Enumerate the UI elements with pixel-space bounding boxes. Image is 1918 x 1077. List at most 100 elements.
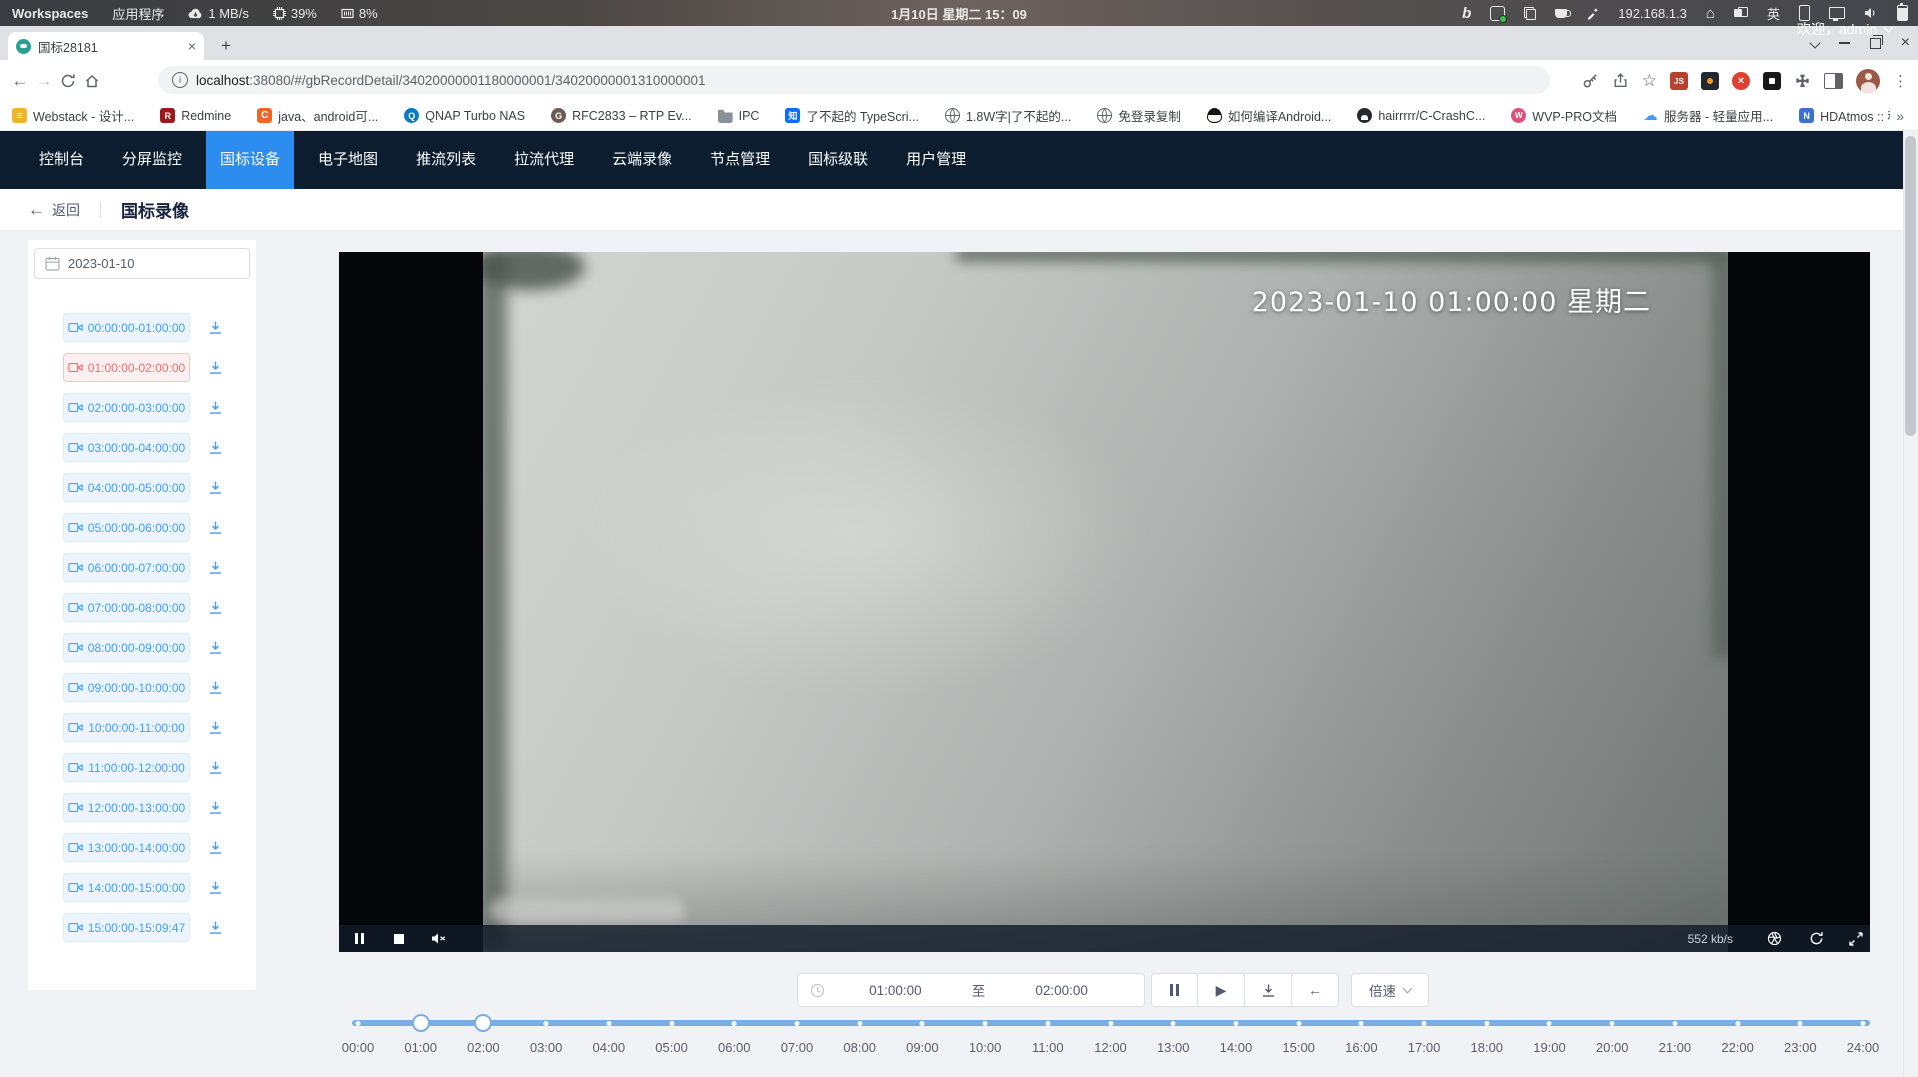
date-picker-input[interactable]: 2023-01-10 <box>34 248 250 279</box>
segment-button[interactable]: 06:00:00-07:00:00 <box>63 553 190 582</box>
segment-button[interactable]: 14:00:00-15:00:00 <box>63 873 190 902</box>
app-window-tray-icon[interactable] <box>1490 6 1505 21</box>
video-refresh-icon[interactable] <box>1804 925 1828 952</box>
segment-download-button[interactable] <box>203 356 227 380</box>
scrollbar-thumb[interactable] <box>1905 136 1916 436</box>
video-player[interactable]: 2023-01-10 01:00:00 星期二 552 kb/s <box>339 252 1870 952</box>
bookmark-item[interactable]: java、android可... <box>257 106 378 125</box>
home-tray-icon[interactable]: ⌂ <box>1706 5 1715 22</box>
pause-button[interactable] <box>1151 973 1198 1007</box>
segment-button[interactable]: 10:00:00-11:00:00 <box>63 713 190 742</box>
battery-tray-icon[interactable] <box>1897 5 1908 21</box>
range-end-time[interactable]: 02:00:00 <box>991 983 1132 998</box>
segment-button[interactable]: 03:00:00-04:00:00 <box>63 433 190 462</box>
segment-download-button[interactable] <box>203 796 227 820</box>
nav-item[interactable]: 推流列表 <box>402 131 490 189</box>
passwords-key-icon[interactable] <box>1582 72 1599 89</box>
clipboard-tray-icon[interactable] <box>1524 7 1536 20</box>
segment-download-button[interactable] <box>203 436 227 460</box>
timeline-handle[interactable] <box>474 1014 492 1032</box>
side-panel-icon[interactable] <box>1824 73 1843 89</box>
bookmark-item[interactable]: IPC <box>718 108 760 123</box>
segment-download-button[interactable] <box>203 716 227 740</box>
segment-download-button[interactable] <box>203 836 227 860</box>
user-menu[interactable]: 欢迎，admin <box>1797 0 1892 58</box>
download-button[interactable] <box>1245 973 1292 1007</box>
segment-download-button[interactable] <box>203 476 227 500</box>
bookmark-item[interactable]: 免登录复制 <box>1097 106 1181 125</box>
nav-item[interactable]: 拉流代理 <box>500 131 588 189</box>
snapshot-aperture-icon[interactable] <box>1762 925 1786 952</box>
address-bar[interactable]: i localhost:38080/#/gbRecordDetail/34020… <box>158 66 1550 94</box>
caffeine-tray-icon[interactable] <box>1555 9 1567 18</box>
back-button[interactable]: ← <box>8 69 32 93</box>
browser-menu-kebab-icon[interactable]: ⋮ <box>1893 72 1908 90</box>
nav-item[interactable]: 控制台 <box>25 131 98 189</box>
nav-item[interactable]: 节点管理 <box>696 131 784 189</box>
nav-item[interactable]: 云端录像 <box>598 131 686 189</box>
nav-item[interactable]: 分屏监控 <box>108 131 196 189</box>
segment-button[interactable]: 05:00:00-06:00:00 <box>63 513 190 542</box>
bookmark-item[interactable]: RFC2833 – RTP Ev... <box>551 108 692 123</box>
segment-download-button[interactable] <box>203 916 227 940</box>
profile-avatar[interactable] <box>1856 69 1880 93</box>
browser-tab[interactable]: 国标28181 × <box>8 32 204 60</box>
back-arrow-icon[interactable]: ← <box>28 201 45 218</box>
browser-home-button[interactable] <box>80 69 104 93</box>
segment-download-button[interactable] <box>203 636 227 660</box>
bookmarks-overflow-icon[interactable]: » <box>1896 108 1904 124</box>
segment-download-button[interactable] <box>203 556 227 580</box>
video-stop-icon[interactable] <box>387 925 411 952</box>
segment-button[interactable]: 09:00:00-10:00:00 <box>63 673 190 702</box>
workspaces-button[interactable]: Workspaces <box>12 6 88 21</box>
range-start-time[interactable]: 01:00:00 <box>825 983 966 998</box>
close-window-icon[interactable]: × <box>1901 35 1910 51</box>
bookmark-item[interactable]: 如何编译Android... <box>1207 106 1332 125</box>
extension-dark-icon[interactable] <box>1763 72 1781 90</box>
forward-button[interactable]: → <box>32 69 56 93</box>
fullscreen-icon[interactable] <box>1844 925 1868 952</box>
bookmark-item[interactable]: 1.8W字|了不起的... <box>945 106 1071 125</box>
applications-button[interactable]: 应用程序 <box>112 4 164 23</box>
bookmark-item[interactable]: QNAP Turbo NAS <box>404 108 525 123</box>
bookmark-item[interactable]: 了不起的 TypeScri... <box>785 106 919 125</box>
reload-button[interactable] <box>56 69 80 93</box>
segment-download-button[interactable] <box>203 596 227 620</box>
video-pause-icon[interactable] <box>347 925 371 952</box>
nav-item[interactable]: 用户管理 <box>892 131 980 189</box>
color-picker-tray-icon[interactable] <box>1586 7 1599 20</box>
play-button[interactable]: ▶ <box>1198 973 1245 1007</box>
segment-download-button[interactable] <box>203 876 227 900</box>
bookmark-item[interactable]: hairrrrr/C-CrashC... <box>1357 108 1485 123</box>
bookmark-item[interactable]: Redmine <box>160 108 231 123</box>
segment-button[interactable]: 12:00:00-13:00:00 <box>63 793 190 822</box>
share-icon[interactable] <box>1612 72 1629 89</box>
nav-item[interactable]: 电子地图 <box>304 131 392 189</box>
playback-speed-dropdown[interactable]: 倍速 <box>1351 973 1429 1007</box>
segment-button[interactable]: 02:00:00-03:00:00 <box>63 393 190 422</box>
segment-button[interactable]: 08:00:00-09:00:00 <box>63 633 190 662</box>
tab-close-icon[interactable]: × <box>188 39 196 53</box>
extension-js-icon[interactable]: JS <box>1670 72 1688 90</box>
video-mute-icon[interactable] <box>427 925 451 952</box>
nav-item[interactable]: 国标级联 <box>794 131 882 189</box>
input-language-indicator[interactable]: 英 <box>1767 4 1780 23</box>
segment-button[interactable]: 00:00:00-01:00:00 <box>63 313 190 342</box>
segment-button[interactable]: 11:00:00-12:00:00 <box>63 753 190 782</box>
segment-button[interactable]: 15:00:00-15:09:47 <box>63 913 190 942</box>
site-info-icon[interactable]: i <box>172 72 188 88</box>
nav-item[interactable]: 国标设备 <box>206 131 294 189</box>
segment-button[interactable]: 01:00:00-02:00:00 <box>63 353 190 382</box>
time-range-input[interactable]: 01:00:00 至 02:00:00 <box>797 973 1145 1007</box>
segment-download-button[interactable] <box>203 676 227 700</box>
segment-button[interactable]: 13:00:00-14:00:00 <box>63 833 190 862</box>
segment-download-button[interactable] <box>203 516 227 540</box>
back-link[interactable]: 返回 <box>52 200 80 220</box>
bookmark-item[interactable]: WVP-PRO文档 <box>1511 106 1617 125</box>
seek-back-button[interactable]: ← <box>1292 973 1339 1007</box>
segment-button[interactable]: 07:00:00-08:00:00 <box>63 593 190 622</box>
workspaces-overview-icon[interactable] <box>1734 7 1748 19</box>
extension-camera-icon[interactable] <box>1701 72 1719 90</box>
segment-button[interactable]: 04:00:00-05:00:00 <box>63 473 190 502</box>
bookmark-item[interactable]: Webstack - 设计... <box>12 106 134 125</box>
